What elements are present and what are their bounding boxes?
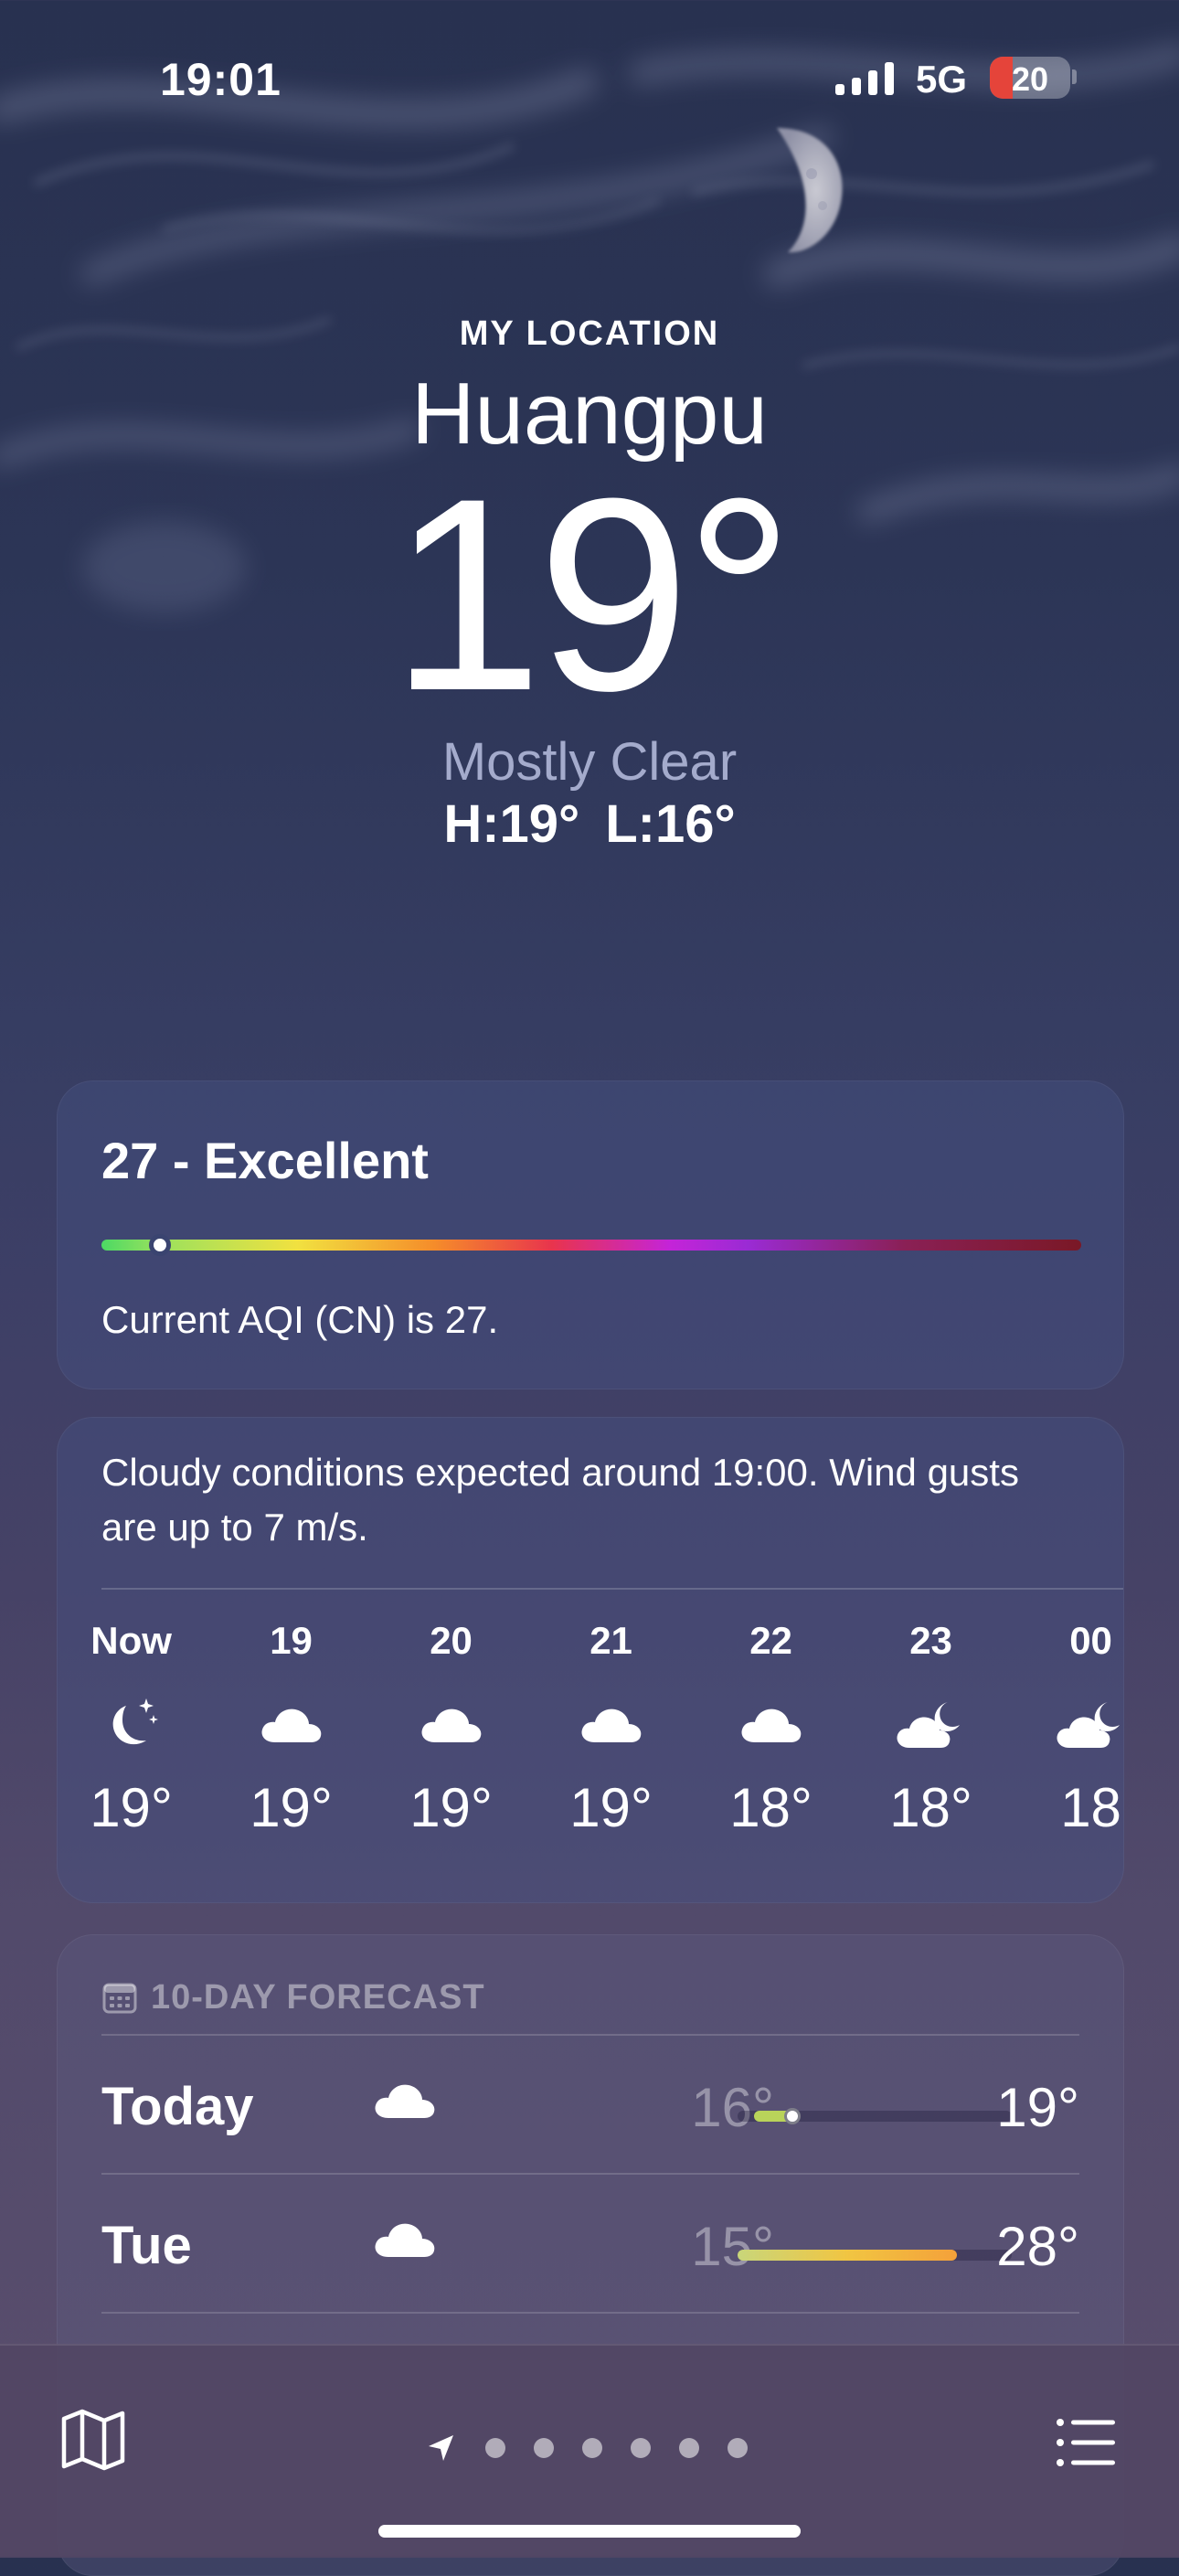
hourly-item: 20 19° bbox=[378, 1619, 525, 1839]
day-low-temperature: 15° bbox=[691, 2216, 774, 2277]
network-type: 5G bbox=[916, 58, 968, 101]
page-dot[interactable] bbox=[534, 2438, 554, 2458]
forecast-day-row[interactable]: Tue 15° 28° bbox=[101, 2175, 1079, 2312]
moon-stars-icon bbox=[58, 1674, 205, 1774]
cloud-icon bbox=[378, 1674, 525, 1774]
cloud-icon bbox=[372, 2217, 438, 2265]
temperature-range-track bbox=[738, 2250, 1012, 2261]
home-indicator[interactable] bbox=[378, 2525, 801, 2538]
battery-icon: 20 bbox=[990, 57, 1070, 99]
temperature-range-bar bbox=[738, 2250, 957, 2261]
divider bbox=[101, 2312, 1079, 2314]
hour-label: 21 bbox=[590, 1619, 632, 1662]
current-temperature: 19° bbox=[390, 441, 794, 748]
low-temperature: L:16° bbox=[605, 794, 736, 854]
page-dot[interactable] bbox=[582, 2438, 602, 2458]
hourly-item: 21 19° bbox=[538, 1619, 685, 1839]
hour-temperature: 19° bbox=[250, 1777, 333, 1838]
hour-label: 00 bbox=[1069, 1619, 1112, 1662]
hour-label: 20 bbox=[430, 1619, 473, 1662]
current-temperature-dot bbox=[784, 2108, 801, 2124]
page-dot[interactable] bbox=[728, 2438, 748, 2458]
hourly-forecast-card[interactable]: Cloudy conditions expected around 19:00.… bbox=[57, 1417, 1124, 1903]
day-low-temperature: 16° bbox=[691, 2077, 774, 2138]
hourly-item: 00 18 bbox=[1018, 1619, 1123, 1839]
hour-temperature: 18 bbox=[1060, 1777, 1121, 1838]
divider bbox=[101, 1588, 1123, 1590]
high-low-temperatures: H:19° L:16° bbox=[0, 793, 1179, 855]
battery-percentage: 20 bbox=[1011, 60, 1049, 98]
hourly-summary: Cloudy conditions expected around 19:00.… bbox=[101, 1451, 1019, 1549]
hour-temperature: 19° bbox=[569, 1777, 653, 1838]
forecast-header: 10-DAY FORECAST bbox=[101, 1968, 485, 2027]
aqi-indicator bbox=[149, 1234, 172, 1256]
cloud-icon bbox=[538, 1674, 685, 1774]
forecast-day-row[interactable]: Today 16° 19° bbox=[101, 2036, 1079, 2173]
hour-temperature: 19° bbox=[409, 1777, 493, 1838]
page-dots bbox=[457, 2438, 748, 2458]
aqi-scale-bar bbox=[101, 1234, 1081, 1256]
temperature-range-track bbox=[738, 2108, 1012, 2124]
calendar-icon bbox=[102, 1983, 137, 2014]
cloud-icon bbox=[218, 1674, 365, 1774]
hour-label: Now bbox=[90, 1619, 172, 1662]
page-indicator[interactable] bbox=[426, 2430, 748, 2466]
cloud-moon-icon bbox=[1018, 1674, 1123, 1774]
page-dot[interactable] bbox=[679, 2438, 699, 2458]
page-dot[interactable] bbox=[631, 2438, 651, 2458]
location-arrow-icon[interactable] bbox=[426, 2432, 457, 2464]
cloud-icon bbox=[698, 1674, 844, 1774]
hour-label: 19 bbox=[270, 1619, 313, 1662]
location-caption: MY LOCATION bbox=[459, 314, 720, 353]
status-time: 19:01 bbox=[160, 54, 281, 105]
air-quality-card[interactable]: 27 - Excellent Current AQI (CN) is 27. bbox=[57, 1080, 1124, 1389]
hour-label: 23 bbox=[909, 1619, 952, 1662]
hourly-item: 22 18° bbox=[698, 1619, 844, 1839]
map-icon[interactable] bbox=[58, 2404, 128, 2474]
hourly-item: Now 19° bbox=[58, 1619, 205, 1839]
high-temperature: H:19° bbox=[443, 794, 580, 854]
day-name: Tue bbox=[101, 2216, 192, 2275]
cloud-moon-icon bbox=[858, 1674, 1004, 1774]
day-high-temperature: 28° bbox=[996, 2216, 1079, 2277]
hour-label: 22 bbox=[749, 1619, 792, 1662]
battery-cap bbox=[1072, 69, 1077, 84]
status-bar: 19:01 5G 20 bbox=[0, 0, 1179, 155]
hour-temperature: 18° bbox=[729, 1777, 813, 1838]
weather-condition: Mostly Clear bbox=[441, 732, 738, 792]
page-dot[interactable] bbox=[485, 2438, 505, 2458]
cloud-icon bbox=[372, 2078, 438, 2126]
cellular-signal-icon bbox=[835, 62, 894, 95]
forecast-title: 10-DAY FORECAST bbox=[151, 1977, 485, 2017]
aqi-title: 27 - Excellent bbox=[101, 1132, 429, 1189]
day-high-temperature: 19° bbox=[996, 2077, 1079, 2138]
day-name: Today bbox=[101, 2077, 254, 2136]
list-icon[interactable] bbox=[1053, 2410, 1119, 2475]
hour-temperature: 18° bbox=[889, 1777, 972, 1838]
aqi-description: Current AQI (CN) is 27. bbox=[101, 1298, 499, 1341]
hour-temperature: 19° bbox=[90, 1777, 173, 1838]
hourly-item: 19 19° bbox=[218, 1619, 365, 1839]
hourly-item: 23 18° bbox=[858, 1619, 1004, 1839]
